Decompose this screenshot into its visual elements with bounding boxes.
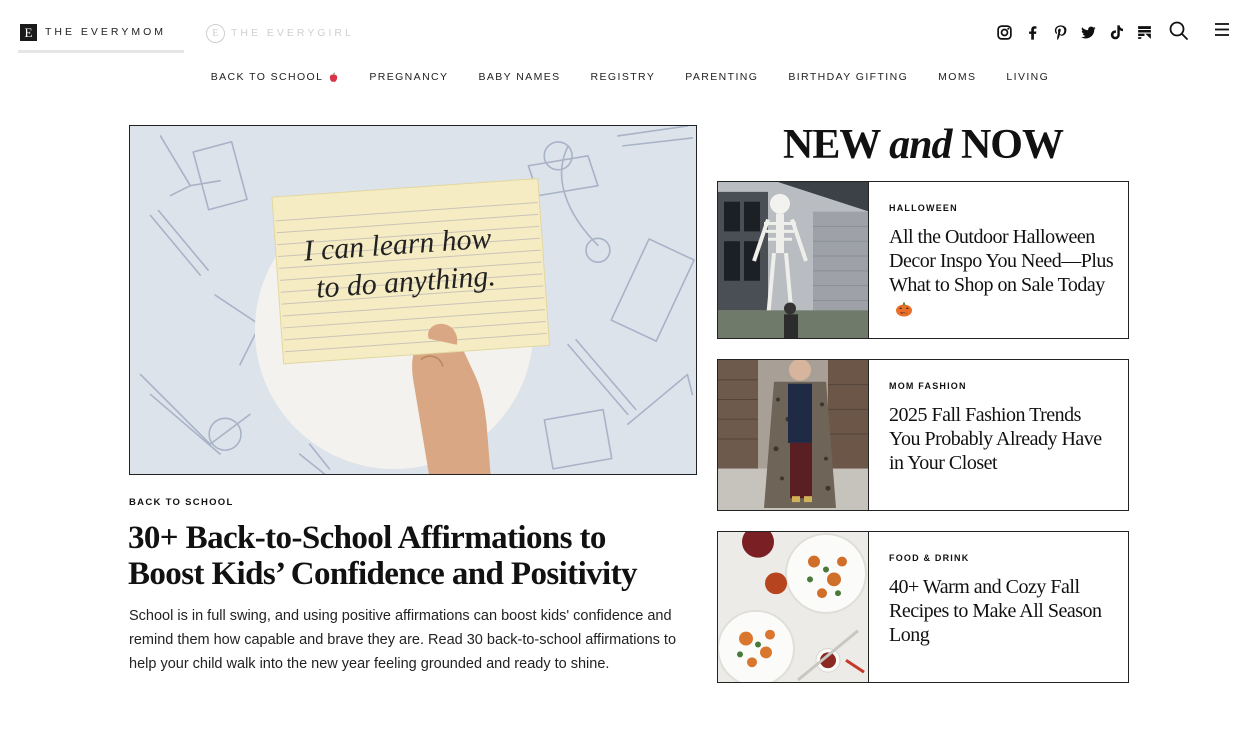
pinterest-icon[interactable] [1050,22,1070,42]
hero-title[interactable]: 30+ Back-to-School Affirmations to Boost… [128,520,688,592]
flipboard-icon[interactable] [1134,22,1154,42]
article-title-text: All the Outdoor Halloween Decor Inspo Yo… [889,226,1114,296]
brand-tab-everymom[interactable]: E THE EVERYMOM [18,16,184,53]
nav-item-label: BABY NAMES [478,71,561,83]
article-card-halloween[interactable]: HALLOWEEN All the Outdoor Halloween Deco… [717,181,1129,339]
hamburger-menu-icon[interactable] [1212,20,1232,40]
brand-name-everygirl: THE EVERYGIRL [231,27,354,39]
heading-part: NOW [960,122,1064,168]
nav-item-parenting[interactable]: PARENTING [685,70,758,84]
heading-part: and [889,122,952,168]
twitter-icon[interactable] [1078,22,1098,42]
brand-tab-everygirl[interactable]: E THE EVERYGIRL [206,24,354,43]
nav-item-registry[interactable]: REGISTRY [591,70,656,84]
nav-item-label: BIRTHDAY GIFTING [788,71,909,83]
apple-icon [330,71,338,82]
search-icon[interactable] [1168,20,1190,42]
nav-item-birthday-gifting[interactable]: BIRTHDAY GIFTING [788,70,908,84]
nav-item-living[interactable]: LIVING [1006,70,1049,84]
article-title[interactable]: 2025 Fall Fashion Trends You Probably Al… [889,403,1114,475]
hero-image[interactable]: I can learn how to do anything. [129,125,697,475]
article-title[interactable]: 40+ Warm and Cozy Fall Recipes to Make A… [889,575,1114,647]
article-category: FOOD & DRINK [889,553,970,563]
jack-o-lantern-icon [896,302,912,317]
nav-item-label: BACK TO SCHOOL [210,71,324,83]
article-category: HALLOWEEN [889,203,958,213]
article-title[interactable]: All the Outdoor Halloween Decor Inspo Yo… [889,225,1114,321]
facebook-icon[interactable] [1022,22,1042,42]
main-nav: BACK TO SCHOOL PREGNANCY BABY NAMES REGI… [0,70,1252,84]
everygirl-logo: E [206,24,225,43]
nav-item-label: MOMS [938,71,977,83]
article-thumbnail [718,360,869,510]
new-and-now-heading: NEW and NOW [717,120,1129,170]
article-thumbnail [718,182,869,338]
hero-category[interactable]: BACK TO SCHOOL [129,497,234,508]
nav-item-label: REGISTRY [590,71,656,83]
nav-item-moms[interactable]: MOMS [938,70,976,84]
nav-item-label: LIVING [1006,71,1050,83]
article-card-mom-fashion[interactable]: MOM FASHION 2025 Fall Fashion Trends You… [717,359,1129,511]
nav-item-baby-names[interactable]: BABY NAMES [478,70,560,84]
heading-part: NEW [783,122,881,168]
nav-item-pregnancy[interactable]: PREGNANCY [369,70,448,84]
tiktok-icon[interactable] [1106,22,1126,42]
nav-item-label: PREGNANCY [369,71,449,83]
hero-excerpt: School is in full swing, and using posit… [129,608,677,672]
nav-item-back-to-school[interactable]: BACK TO SCHOOL [211,70,340,84]
social-links [994,22,1162,42]
instagram-icon[interactable] [994,22,1014,42]
article-card-food-drink[interactable]: FOOD & DRINK 40+ Warm and Cozy Fall Reci… [717,531,1129,683]
brand-name-everymom: THE EVERYMOM [45,26,166,38]
article-thumbnail [718,532,869,682]
nav-item-label: PARENTING [685,71,759,83]
article-category: MOM FASHION [889,381,967,391]
everymom-logo: E [20,24,37,41]
